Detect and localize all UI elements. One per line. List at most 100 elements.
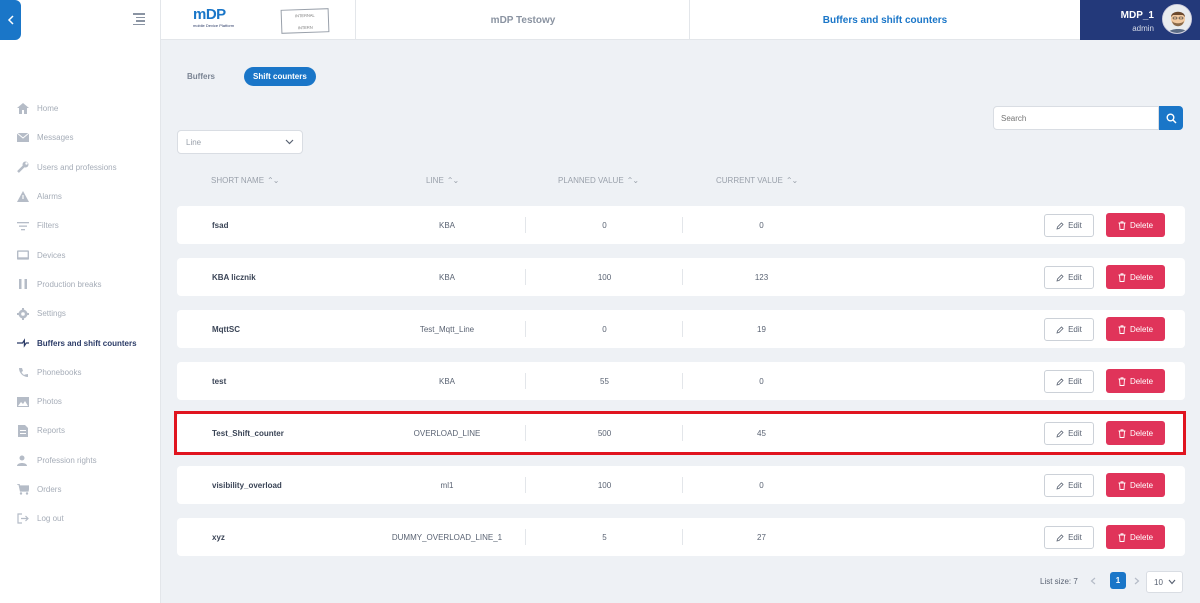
delete-button-label: Delete	[1129, 376, 1154, 386]
column-header-label: CURRENT VALUE	[716, 176, 783, 185]
phone-icon	[17, 366, 29, 378]
edit-button[interactable]: Edit	[1044, 370, 1094, 393]
line-filter-placeholder: Line	[186, 137, 202, 147]
column-header-current-value[interactable]: CURRENT VALUE ⌃⌄	[716, 176, 798, 185]
app-logo[interactable]: mDP mobile Device Platform	[193, 7, 253, 33]
pagination-prev-button[interactable]	[1090, 570, 1096, 592]
sidebar-item-label: Log out	[37, 514, 64, 524]
list-size-label: List size: 7	[1040, 576, 1078, 586]
sidebar: Home Messages Users and professions Alar…	[0, 0, 161, 603]
cell-line: DUMMY_OVERLOAD_LINE_1	[391, 532, 503, 542]
edit-button-label: Edit	[1068, 325, 1082, 334]
sidebar-item-label: Users and professions	[37, 162, 117, 172]
column-header-label: PLANNED VALUE	[558, 176, 624, 185]
column-header-label: SHORT NAME	[211, 176, 265, 185]
delete-button[interactable]: Delete	[1106, 317, 1165, 341]
sidebar-item-orders[interactable]: Orders	[0, 475, 160, 504]
pagination-page-button[interactable]: 1	[1110, 572, 1126, 589]
sidebar-item-label: Phonebooks	[37, 367, 82, 377]
stamp-line-1: INTERNAL	[294, 12, 315, 19]
sidebar-item-log-out[interactable]: Log out	[0, 504, 160, 533]
sidebar-item-label: Alarms	[37, 192, 62, 202]
table-row: MqttSC Test_Mqtt_Line 0 19 Edit Delete	[177, 310, 1185, 348]
table-row: visibility_overload ml1 100 0 Edit Delete	[177, 466, 1185, 504]
delete-button[interactable]: Delete	[1106, 473, 1165, 497]
delete-button[interactable]: Delete	[1106, 213, 1165, 237]
delete-button[interactable]: Delete	[1106, 369, 1165, 393]
buffers-icon	[17, 337, 29, 349]
delete-button[interactable]: Delete	[1106, 525, 1165, 549]
delete-button-label: Delete	[1129, 220, 1154, 230]
page-size-select[interactable]: 10	[1146, 571, 1183, 593]
sort-icon[interactable]: ⌃⌄	[447, 176, 459, 185]
photo-icon	[17, 396, 29, 408]
page-size-value: 10	[1154, 577, 1163, 587]
cell-short-name: fsad	[212, 220, 229, 230]
sidebar-item-photos[interactable]: Photos	[0, 387, 160, 416]
sidebar-item-phonebooks[interactable]: Phonebooks	[0, 358, 160, 387]
table-row: test KBA 55 0 Edit Delete	[177, 362, 1185, 400]
pagination-next-button[interactable]	[1134, 570, 1140, 592]
sidebar-item-devices[interactable]: Devices	[0, 240, 160, 269]
table-row: KBA licznik KBA 100 123 Edit Delete	[177, 258, 1185, 296]
tab-buffers[interactable]: Buffers	[178, 67, 224, 86]
edit-button[interactable]: Edit	[1044, 474, 1094, 497]
filter-icon	[17, 220, 29, 232]
sidebar-item-alarms[interactable]: Alarms	[0, 182, 160, 211]
logo-sub-text: mobile Device Platform	[193, 23, 235, 28]
delete-button-label: Delete	[1129, 480, 1154, 490]
sort-icon[interactable]: ⌃⌄	[627, 176, 639, 185]
edit-button-label: Edit	[1068, 429, 1082, 438]
delete-button[interactable]: Delete	[1106, 421, 1165, 445]
sidebar-item-settings[interactable]: Settings	[0, 299, 160, 328]
edit-button[interactable]: Edit	[1044, 422, 1094, 445]
logout-icon	[17, 513, 29, 525]
pencil-icon	[1056, 429, 1064, 438]
cell-short-name: KBA licznik	[212, 272, 256, 282]
avatar[interactable]	[1162, 4, 1192, 34]
sidebar-item-home[interactable]: Home	[0, 94, 160, 123]
column-header-short-name[interactable]: SHORT NAME ⌃⌄	[211, 176, 279, 185]
sidebar-item-profession-rights[interactable]: Profession rights	[0, 446, 160, 475]
search-input[interactable]	[993, 106, 1159, 130]
cell-planned-value: 55	[600, 376, 609, 386]
user-menu[interactable]: MDP_1 admin	[1080, 0, 1200, 40]
sidebar-collapse-button[interactable]	[0, 0, 21, 40]
sidebar-item-production-breaks[interactable]: Production breaks	[0, 270, 160, 299]
cell-planned-value: 0	[602, 220, 607, 230]
trash-icon	[1118, 272, 1126, 282]
edit-button[interactable]: Edit	[1044, 266, 1094, 289]
stamp-line-2: INTERN	[297, 24, 313, 31]
line-filter-select[interactable]: Line	[177, 130, 303, 154]
delete-button[interactable]: Delete	[1106, 265, 1165, 289]
pencil-icon	[1056, 221, 1064, 230]
mail-icon	[17, 132, 29, 144]
sort-icon[interactable]: ⌃⌄	[786, 176, 798, 185]
column-header-line[interactable]: LINE ⌃⌄	[426, 176, 459, 185]
avatar-image	[1163, 5, 1191, 33]
pencil-icon	[1056, 481, 1064, 490]
column-header-label: LINE	[426, 176, 444, 185]
column-header-planned-value[interactable]: PLANNED VALUE ⌃⌄	[558, 176, 639, 185]
sidebar-item-label: Devices	[37, 250, 66, 260]
edit-button[interactable]: Edit	[1044, 526, 1094, 549]
table-row: fsad KBA 0 0 Edit Delete	[177, 206, 1185, 244]
report-icon	[17, 424, 29, 437]
trash-icon	[1118, 480, 1126, 490]
pencil-icon	[1056, 325, 1064, 334]
trash-icon	[1118, 376, 1126, 386]
sidebar-item-reports[interactable]: Reports	[0, 416, 160, 445]
sort-icon[interactable]: ⌃⌄	[267, 176, 279, 185]
cart-icon	[17, 484, 29, 496]
tab-shift-counters[interactable]: Shift counters	[244, 67, 316, 86]
edit-button[interactable]: Edit	[1044, 318, 1094, 341]
pause-icon	[17, 278, 29, 290]
delete-button-label: Delete	[1129, 324, 1154, 334]
sidebar-item-filters[interactable]: Filters	[0, 211, 160, 240]
sidebar-item-users-and-professions[interactable]: Users and professions	[0, 153, 160, 182]
search-button[interactable]	[1159, 106, 1183, 130]
sidebar-item-buffers-and-shift-counters[interactable]: Buffers and shift counters	[0, 328, 160, 357]
menu-toggle-icon[interactable]	[133, 13, 145, 25]
sidebar-item-messages[interactable]: Messages	[0, 123, 160, 152]
edit-button[interactable]: Edit	[1044, 214, 1094, 237]
